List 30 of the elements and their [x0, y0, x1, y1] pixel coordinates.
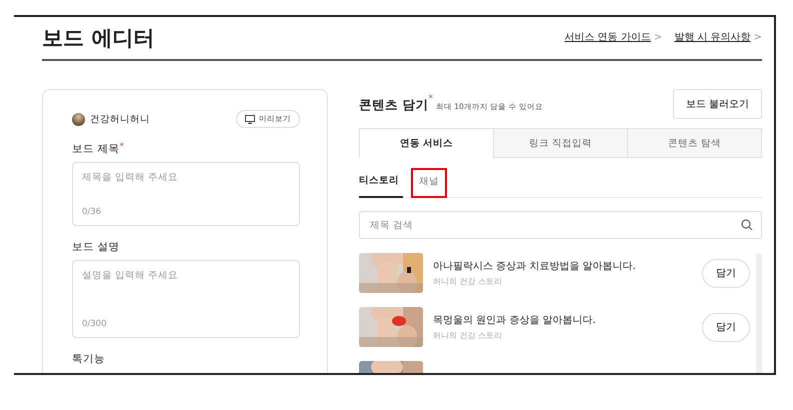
required-mark: *	[119, 142, 124, 152]
add-button[interactable]: 담기	[702, 258, 750, 288]
add-button[interactable]: 담기	[702, 312, 750, 342]
required-mark: *	[428, 94, 433, 104]
sub-tab[interactable]: 티스토리	[359, 168, 403, 198]
page-title: 보드 에디터	[42, 25, 154, 52]
tab[interactable]: 링크 직접입력	[493, 129, 627, 158]
content-title-text: 아나필락시스 증상과 치료방법을 알아봅니다.	[433, 260, 637, 273]
search-field[interactable]: 제목 검색	[359, 211, 762, 239]
content-source: 허니의 건강 스토리	[433, 330, 504, 341]
sub-tab[interactable]: 채널	[411, 168, 447, 198]
search-icon	[741, 219, 753, 231]
tab[interactable]: 콘텐츠 탐색	[627, 129, 761, 158]
scrollbar[interactable]	[756, 253, 762, 373]
content-source: 허니의 건강 스토리	[433, 276, 504, 287]
monitor-icon	[245, 114, 255, 124]
chevron-icon: >	[654, 32, 662, 43]
char-counter: 0/300	[82, 319, 108, 329]
guide-link[interactable]: 서비스 연동 가이드	[564, 32, 651, 43]
char-counter: 0/36	[82, 207, 102, 217]
user-name: 건강허니허니	[90, 112, 150, 126]
content-title-text: 목멍울의 원인과 증상을 알아봅니다.	[433, 314, 597, 327]
load-board-button[interactable]: 보드 불러오기	[672, 89, 762, 119]
content-title: 콘텐츠 담기	[359, 97, 428, 112]
guide-link[interactable]: 발행 시 유의사항	[674, 32, 751, 43]
section-label: 톡기능	[72, 352, 106, 366]
chevron-icon: >	[754, 32, 762, 43]
field-label: 보드 제목*	[72, 142, 125, 156]
avatar	[72, 112, 85, 126]
field-label: 보드 설명	[72, 240, 120, 254]
